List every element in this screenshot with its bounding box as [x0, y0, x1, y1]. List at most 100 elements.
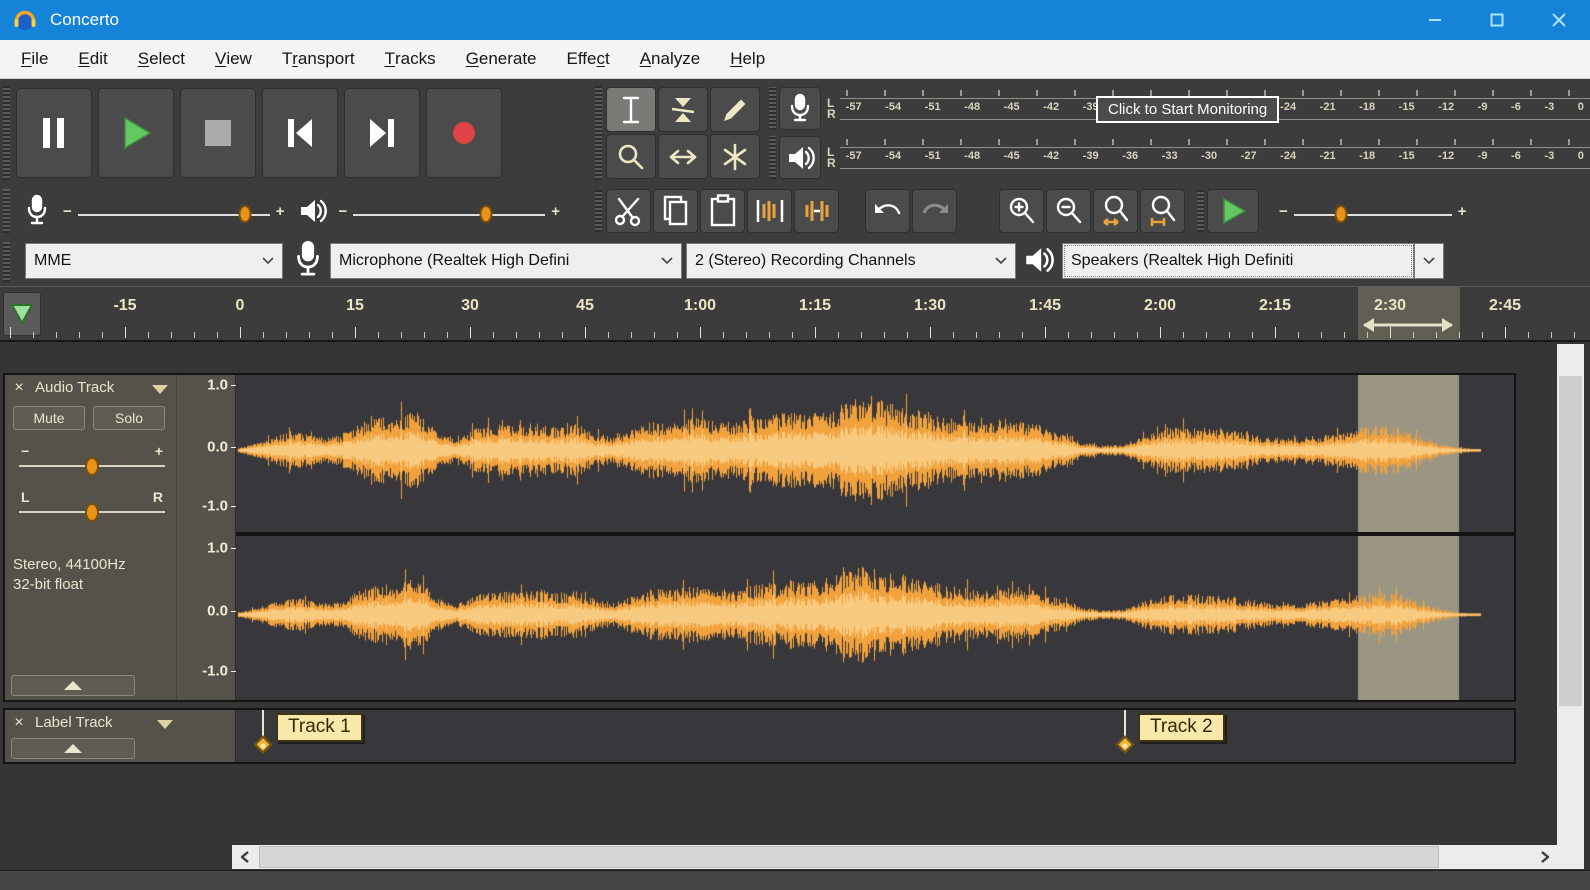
trim-audio-button[interactable] [747, 189, 792, 233]
playback-meter-speaker-button[interactable] [779, 136, 821, 179]
track-menu-icon[interactable] [157, 720, 173, 729]
fit-selection-button[interactable] [1093, 189, 1138, 233]
menu-select[interactable]: Select [123, 40, 200, 78]
device-toolbar-grip[interactable] [3, 242, 10, 282]
playback-volume-thumb[interactable] [479, 205, 492, 223]
label-track-collapse-button[interactable] [11, 738, 135, 759]
time-shift-tool-button[interactable] [658, 134, 708, 179]
tools-toolbar-grip[interactable] [595, 86, 602, 180]
menu-view[interactable]: View [200, 40, 267, 78]
title-bar[interactable]: Concerto [0, 0, 1590, 40]
zoom-out-button[interactable] [1046, 189, 1091, 233]
recording-meter-mic-button[interactable] [779, 87, 821, 130]
maximize-button[interactable] [1466, 0, 1528, 40]
menu-edit[interactable]: Edit [63, 40, 122, 78]
meter-db-label: -24 [1280, 101, 1296, 113]
label-text[interactable]: Track 1 [276, 713, 363, 742]
transport-toolbar-grip[interactable] [3, 86, 10, 180]
meter-db-label: -48 [964, 150, 980, 162]
menu-effect[interactable]: Effect [552, 40, 625, 78]
track-menu-icon[interactable] [152, 385, 168, 394]
zoom-tool-button[interactable] [606, 134, 656, 179]
playback-volume-slider[interactable] [353, 203, 545, 219]
mixer-toolbar-grip[interactable] [3, 189, 10, 233]
playback-meter-grip[interactable] [769, 136, 776, 179]
track-format-line2: 32-bit float [13, 575, 126, 595]
label-marker[interactable] [1116, 735, 1134, 753]
pan-thumb[interactable] [85, 503, 99, 522]
solo-button[interactable]: Solo [93, 406, 165, 430]
vertical-scrollbar[interactable] [1557, 344, 1584, 845]
play-at-speed-grip[interactable] [1197, 190, 1204, 232]
meter-db-label: -54 [885, 101, 901, 113]
vertical-ruler[interactable]: 1.00.0-1.01.00.0-1.0 [177, 375, 236, 700]
menu-analyze[interactable]: Analyze [625, 40, 715, 78]
audio-track-close-button[interactable]: × [9, 378, 29, 398]
play-button[interactable] [98, 88, 174, 178]
gain-thumb[interactable] [85, 457, 99, 476]
gain-plus-label: + [155, 443, 163, 459]
recording-channels-select[interactable]: 2 (Stereo) Recording Channels [686, 243, 1016, 279]
recording-volume-thumb[interactable] [238, 205, 251, 223]
fit-project-button[interactable] [1140, 189, 1185, 233]
recording-meter-grip[interactable] [769, 87, 776, 130]
label-track: × Label Track Track 1 Track 2 [3, 708, 1516, 764]
menu-tracks[interactable]: Tracks [370, 40, 451, 78]
meter-db-label: -51 [925, 150, 941, 162]
selection-tool-button[interactable] [606, 87, 656, 132]
stop-button[interactable] [180, 88, 256, 178]
menu-help[interactable]: Help [715, 40, 780, 78]
multi-tool-button[interactable] [710, 134, 760, 179]
vertical-scrollbar-thumb[interactable] [1559, 376, 1582, 706]
paste-button[interactable] [700, 189, 745, 233]
horizontal-scrollbar-thumb[interactable] [259, 846, 1439, 868]
menu-transport[interactable]: Transport [267, 40, 370, 78]
close-button[interactable] [1528, 0, 1590, 40]
audio-host-select[interactable]: MME [25, 243, 283, 279]
edit-toolbar-grip[interactable] [595, 190, 602, 232]
meter-db-label: -6 [1511, 101, 1521, 113]
playback-speed-slider[interactable] [1294, 203, 1452, 219]
playback-device-select[interactable]: Speakers (Realtek High Definiti [1062, 243, 1414, 279]
record-icon [447, 116, 481, 150]
redo-button[interactable] [912, 189, 957, 233]
recording-device-value: Microphone (Realtek High Defini [339, 252, 661, 270]
timeline-ruler[interactable]: -1501530451:001:151:301:452:002:152:302:… [0, 286, 1590, 342]
cut-button[interactable] [606, 189, 651, 233]
silence-audio-button[interactable] [794, 189, 839, 233]
label-text[interactable]: Track 2 [1138, 713, 1225, 742]
scroll-left-arrow[interactable] [232, 845, 257, 869]
menu-file[interactable]: File [6, 40, 63, 78]
waveform-left-channel[interactable] [236, 375, 1514, 532]
recording-volume-slider[interactable] [78, 203, 270, 219]
audio-track-name[interactable]: Audio Track [35, 379, 114, 396]
audio-track-collapse-button[interactable] [11, 675, 135, 696]
mute-button[interactable]: Mute [13, 406, 85, 430]
pause-button[interactable] [16, 88, 92, 178]
play-at-speed-button[interactable] [1207, 189, 1259, 233]
label-marker[interactable] [254, 735, 272, 753]
draw-tool-button[interactable] [710, 87, 760, 132]
waveform-right-channel[interactable] [236, 536, 1514, 700]
minimize-button[interactable] [1404, 0, 1466, 40]
zoom-in-button[interactable] [999, 189, 1044, 233]
copy-button[interactable] [653, 189, 698, 233]
envelope-tool-button[interactable] [658, 87, 708, 132]
horizontal-scrollbar[interactable] [232, 845, 1557, 869]
skip-to-start-button[interactable] [262, 88, 338, 178]
undo-button[interactable] [865, 189, 910, 233]
playback-speed-thumb[interactable] [1335, 205, 1348, 223]
window-title: Concerto [50, 10, 119, 30]
label-track-close-button[interactable]: × [9, 713, 29, 733]
label-zone[interactable]: Track 1 Track 2 [236, 710, 1514, 762]
speaker-icon [1022, 240, 1054, 280]
skip-to-end-button[interactable] [344, 88, 420, 178]
monitoring-tooltip[interactable]: Click to Start Monitoring [1096, 96, 1279, 123]
scroll-right-arrow[interactable] [1532, 845, 1557, 869]
menu-generate[interactable]: Generate [451, 40, 552, 78]
playback-device-dropdown-button[interactable] [1414, 243, 1444, 279]
playback-meter-toolbar[interactable]: LR -57-54-51-48-45-42-39-36-33-30-27-24-… [768, 134, 1590, 181]
label-track-name[interactable]: Label Track [35, 714, 113, 731]
record-button[interactable] [426, 88, 502, 178]
recording-device-select[interactable]: Microphone (Realtek High Defini [330, 243, 682, 279]
